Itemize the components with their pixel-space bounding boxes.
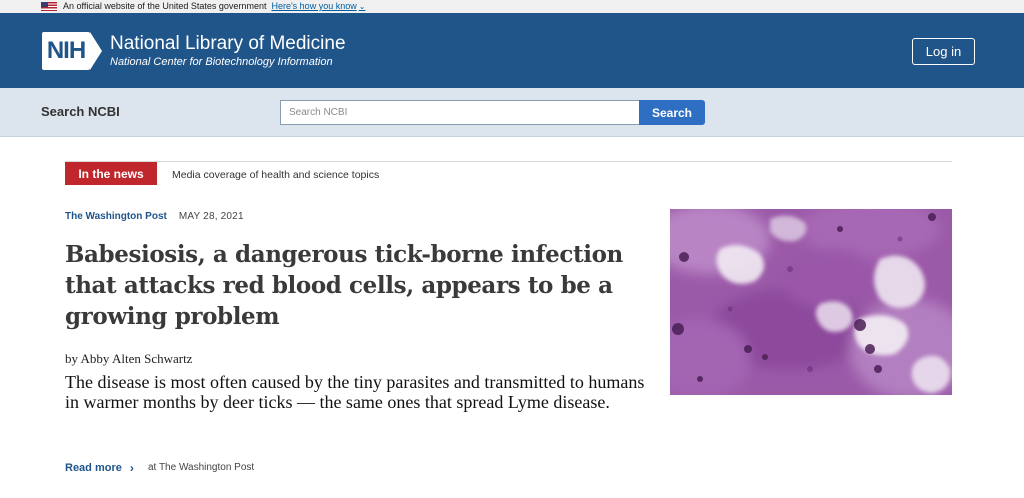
- at-source-text: at The Washington Post: [148, 462, 255, 473]
- main-content: In the news Media coverage of health and…: [0, 137, 1024, 498]
- us-flag-icon: [41, 2, 57, 11]
- nih-logo-mark[interactable]: NIH: [42, 31, 90, 70]
- site-header: NIH National Library of Medicine Nationa…: [0, 13, 1024, 88]
- search-input[interactable]: [280, 100, 639, 125]
- article-meta: The Washington Post MAY 28, 2021: [65, 211, 244, 222]
- blood-smear-image: [670, 209, 952, 395]
- news-description: Media coverage of health and science top…: [172, 169, 380, 181]
- article-date: MAY 28, 2021: [178, 211, 244, 222]
- gov-banner-link[interactable]: Here's how you know ⌄: [271, 0, 365, 13]
- brand[interactable]: National Library of Medicine National Ce…: [110, 33, 346, 69]
- section-divider: [65, 161, 952, 162]
- article-summary: The disease is most often caused by the …: [65, 372, 645, 412]
- search-button[interactable]: Search: [639, 100, 705, 125]
- read-more-link[interactable]: Read more ›: [65, 461, 134, 475]
- login-button[interactable]: Log in: [912, 38, 975, 65]
- article-image[interactable]: [670, 209, 952, 395]
- nih-logo-arrow: [90, 31, 102, 70]
- chevron-down-icon[interactable]: ⌄: [359, 0, 366, 13]
- article-source[interactable]: The Washington Post: [65, 211, 167, 222]
- gov-banner: An official website of the United States…: [0, 0, 1024, 13]
- brand-title[interactable]: National Library of Medicine: [110, 33, 346, 55]
- gov-banner-link-label[interactable]: Here's how you know: [271, 0, 356, 13]
- read-more-label[interactable]: Read more: [65, 462, 122, 474]
- nih-logo[interactable]: NIH: [42, 31, 102, 71]
- brand-subtitle[interactable]: National Center for Biotechnology Inform…: [110, 55, 346, 69]
- article-headline[interactable]: Babesiosis, a dangerous tick-borne infec…: [65, 239, 665, 332]
- chevron-right-icon[interactable]: ›: [130, 461, 134, 475]
- gov-banner-text: An official website of the United States…: [63, 1, 267, 11]
- in-the-news-badge: In the news: [65, 162, 157, 185]
- article-byline: by Abby Alten Schwartz: [65, 351, 193, 366]
- search-bar: Search NCBI Search: [0, 88, 1024, 137]
- search-label: Search NCBI: [41, 104, 120, 119]
